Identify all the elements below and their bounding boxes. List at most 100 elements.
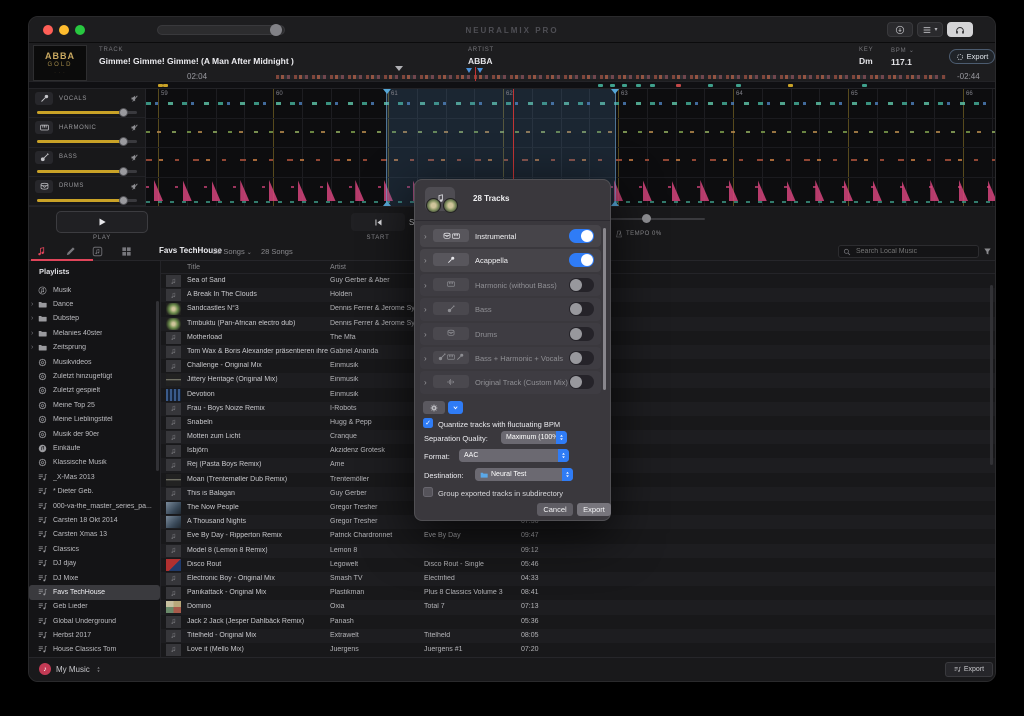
table-row[interactable]: Titelheld - Original MixExtraweltTitelhe… [161,629,995,643]
slider-knob[interactable] [119,137,128,146]
sidebar-item[interactable]: _X-Mas 2013 [29,470,160,484]
format-select[interactable]: AAC [459,449,569,462]
search-input[interactable] [854,247,974,256]
stem-toggle[interactable] [569,302,594,316]
stem-toggle[interactable] [569,278,594,292]
sidebar-item[interactable]: Geb Lieder [29,600,160,614]
mute-icon[interactable] [130,123,139,132]
chevron-down-icon[interactable]: ⌄ [909,48,915,54]
sidebar-item[interactable]: Musik der 90er [29,427,160,441]
tab-edit[interactable] [64,245,77,258]
sidebar-item[interactable]: Klassische Musik [29,456,160,470]
sidebar-item[interactable]: Favs TechHouse [29,585,160,599]
sidebar-item[interactable]: DJ djay [29,556,160,570]
stem-options-button[interactable] [448,401,463,414]
cancel-button[interactable]: Cancel [537,503,573,516]
stem-toggle[interactable] [569,253,594,267]
tempo-slider[interactable] [601,218,705,220]
sidebar-item[interactable]: Einkäufe [29,441,160,455]
sidebar-item[interactable]: Global Underground [29,614,160,628]
sidebar-item[interactable]: Meine Top 25 [29,398,160,412]
channel-volume-slider[interactable] [37,108,137,118]
overview-marker-icon[interactable] [395,66,403,71]
column-title[interactable]: Title [187,264,200,271]
tab-albums[interactable] [91,245,104,258]
quality-select[interactable]: Maximum (100%) [501,431,567,444]
jump-to-start-button[interactable] [351,213,405,231]
download-button[interactable] [887,22,913,37]
preview-headphones-button[interactable] [947,22,973,37]
loop-in-marker-icon[interactable] [466,68,472,73]
play-button[interactable] [56,211,148,233]
stem-settings-button[interactable] [423,401,445,414]
overview-playhead[interactable] [475,67,476,81]
loop-out-marker-icon[interactable] [477,68,483,73]
sidebar-item[interactable]: Musikvideos [29,355,160,369]
sidebar-item[interactable]: Meine Lieblingstitel [29,413,160,427]
channel-volume-slider[interactable] [37,196,137,206]
sidebar-item[interactable]: Zuletzt gespielt [29,384,160,398]
sidebar-item[interactable]: Herbst 2017 [29,628,160,642]
dialog-scrollbar[interactable] [603,228,606,390]
search-box[interactable] [838,245,979,258]
column-artist[interactable]: Artist [330,264,346,271]
view-mode-button[interactable]: ▾ [917,22,943,37]
sidebar-scrollbar[interactable] [156,301,159,471]
channel-volume-slider[interactable] [37,167,137,177]
sidebar-item[interactable]: Musik [29,283,160,297]
disclosure-icon[interactable]: › [424,305,427,314]
sidebar-item[interactable]: ›Melanies 40ster [29,326,160,340]
stem-toggle[interactable] [569,351,594,365]
mute-icon[interactable] [130,153,139,162]
filter-icon[interactable] [983,247,992,256]
table-row[interactable]: Panikattack - Original MixPlastikmanPlus… [161,586,995,600]
slider-knob[interactable] [119,108,128,117]
channel-volume-slider[interactable] [37,137,137,147]
header-export-button[interactable]: Export [949,49,995,64]
disclosure-icon[interactable]: › [424,330,427,339]
slider-knob[interactable] [119,196,128,205]
sidebar-item[interactable]: DJ Mixe [29,571,160,585]
table-row[interactable]: Eve By Day - Ripperton RemixPatrick Char… [161,529,995,543]
slider-knob[interactable] [119,167,128,176]
export-button[interactable]: Export [577,503,611,516]
cue-ruler[interactable] [29,81,995,89]
table-row[interactable]: DominoOxiaTotal 707:13 [161,600,995,614]
group-checkbox[interactable] [423,487,433,497]
disclosure-icon[interactable]: › [424,354,427,363]
selection-handle[interactable] [611,89,619,94]
disclosure-icon[interactable]: › [424,378,427,387]
table-row[interactable]: Model 8 (Lemon 8 Remix)Lemon 809:12 [161,544,995,558]
overview-waveform[interactable] [276,75,946,79]
stem-toggle[interactable] [569,375,594,389]
table-row[interactable]: Love it (Mello Mix)JuergensJuergens #107… [161,643,995,657]
sidebar-item[interactable]: ›Zeitsprung [29,341,160,355]
disclosure-icon[interactable]: › [424,232,427,241]
disclosure-icon[interactable]: › [424,256,427,265]
table-scrollbar[interactable] [990,285,993,465]
sidebar-item[interactable]: Zuletzt hinzugefügt [29,369,160,383]
quantize-checkbox[interactable]: ✓ [423,418,433,428]
sidebar-item[interactable]: ›Dubstep [29,312,160,326]
sidebar-item[interactable]: ›Dance [29,297,160,311]
sidebar-item[interactable]: Classics [29,542,160,556]
sidebar-item[interactable]: 000-va-the_master_series_pa... [29,499,160,513]
sidebar-item[interactable]: House Classics Tom [29,643,160,657]
sidebar-item[interactable]: Carsten Xmas 13 [29,528,160,542]
stem-toggle[interactable] [569,229,594,243]
mute-icon[interactable] [130,182,139,191]
tab-music[interactable] [35,245,48,258]
my-music-selector[interactable]: ♪ My Music [39,663,102,675]
bottom-export-button[interactable]: Export [945,662,993,677]
disclosure-icon[interactable]: › [424,281,427,290]
song-count-dropdown[interactable]: 28 Songs ⌄ [213,247,252,256]
selection-handle[interactable] [383,89,391,94]
tab-grid[interactable] [120,245,133,258]
table-row[interactable]: Electronic Boy - Original MixSmash TVEle… [161,572,995,586]
stem-toggle[interactable] [569,327,594,341]
sidebar-item[interactable]: * Dieter Geb. [29,484,160,498]
mute-icon[interactable] [130,94,139,103]
destination-select[interactable]: Neural Test [475,468,573,481]
sidebar-item[interactable]: Carsten 18 Okt 2014 [29,513,160,527]
tempo-slider-knob[interactable] [642,214,651,223]
